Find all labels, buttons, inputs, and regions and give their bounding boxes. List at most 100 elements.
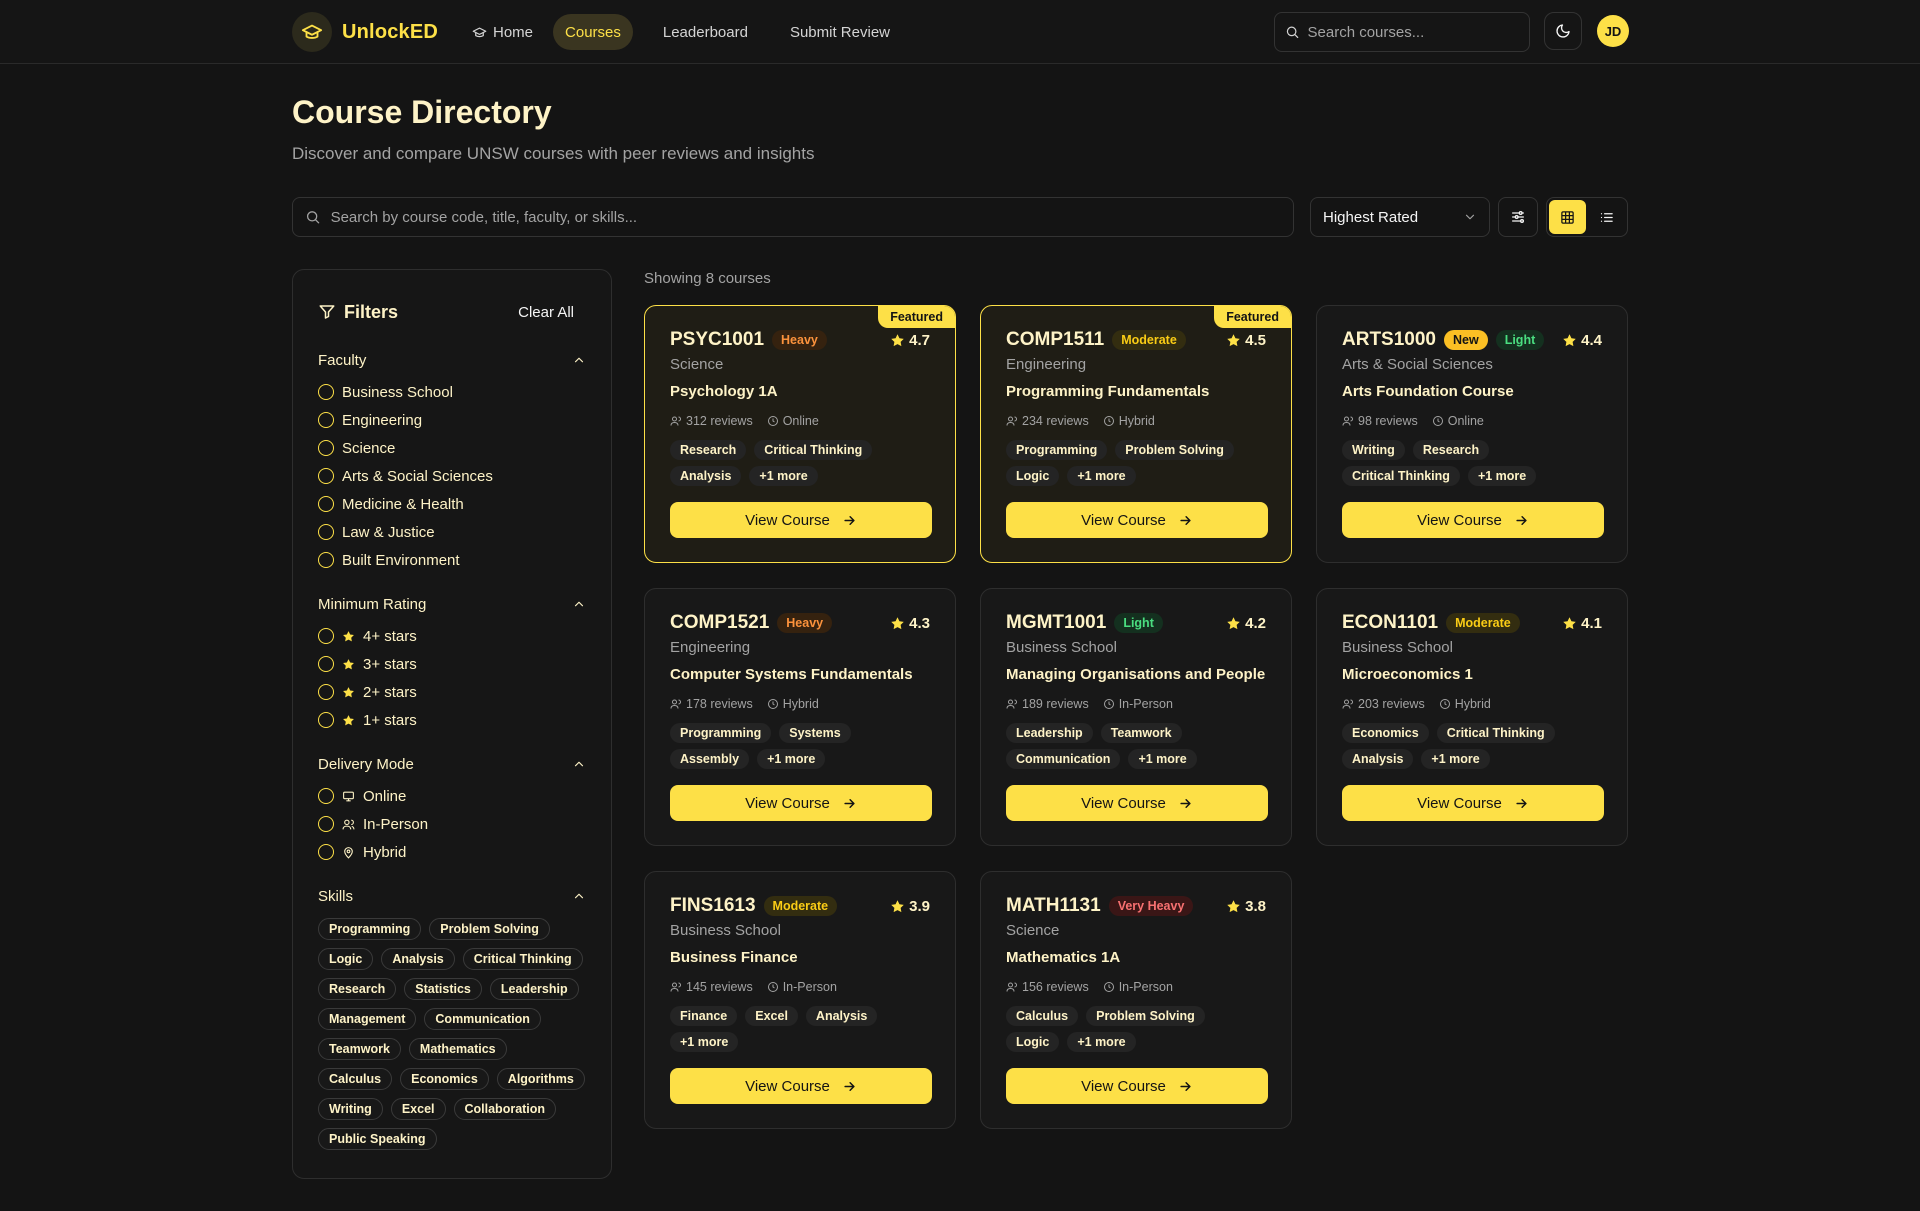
filters-title: Filters (318, 302, 398, 323)
delivery-option[interactable]: Online (318, 782, 586, 810)
course-card[interactable]: MGMT1001 Light 4.2 Business School Managing … (980, 588, 1292, 846)
nav-courses[interactable]: Courses (553, 14, 633, 50)
skill-chip[interactable]: Excel (390, 1098, 446, 1120)
skill-chip[interactable]: Public Speaking (318, 1128, 437, 1150)
radio-button[interactable] (318, 712, 334, 728)
nav-submit-review[interactable]: Submit Review (778, 14, 902, 50)
skill-chip[interactable]: Writing (318, 1098, 383, 1120)
radio-button[interactable] (318, 552, 334, 568)
course-meta: 203 reviews Hybrid (1342, 696, 1602, 712)
nav-home[interactable]: Home (460, 14, 545, 50)
course-code: COMP1511 (1006, 329, 1105, 350)
radio-button[interactable] (318, 496, 334, 512)
faculty-option[interactable]: Law & Justice (318, 518, 586, 546)
faculty-option[interactable]: Built Environment (318, 546, 586, 574)
skill-chip[interactable]: Mathematics (408, 1038, 507, 1060)
filters-title-label: Filters (344, 301, 399, 322)
radio-button[interactable] (318, 684, 334, 700)
course-meta: 156 reviews In-Person (1006, 979, 1266, 995)
list-view-button[interactable] (1588, 200, 1625, 234)
radio-button[interactable] (318, 816, 334, 832)
rating-option[interactable]: 2+ stars (318, 678, 586, 706)
delivery-option[interactable]: In-Person (318, 810, 586, 838)
rating-options: 4+ stars 3+ stars 2+ stars 1+ stars (318, 622, 586, 734)
avatar[interactable]: JD (1597, 15, 1629, 47)
skill-chip[interactable]: Collaboration (453, 1098, 557, 1120)
radio-button[interactable] (318, 844, 334, 860)
skill-chip[interactable]: Problem Solving (429, 918, 550, 940)
sort-select[interactable]: Highest Rated (1310, 197, 1490, 237)
skill-chip[interactable]: Management (318, 1008, 417, 1030)
skill-chip[interactable]: Analysis (381, 948, 455, 970)
faculty-group-header[interactable]: Faculty (318, 348, 586, 372)
radio-button[interactable] (318, 628, 334, 644)
skill-chip[interactable]: Programming (318, 918, 422, 940)
radio-button[interactable] (318, 384, 334, 400)
faculty-option[interactable]: Arts & Social Sciences (318, 462, 586, 490)
clock-icon (1103, 699, 1114, 709)
skill-chip[interactable]: Research (318, 978, 397, 1000)
course-card[interactable]: ARTS1000 New Light 4.4 Arts & Social Science… (1316, 305, 1628, 563)
skill-chip[interactable]: Logic (318, 948, 374, 970)
radio-button[interactable] (318, 656, 334, 672)
rating-option[interactable]: 4+ stars (318, 622, 586, 650)
skill-chip[interactable]: Algorithms (496, 1068, 585, 1090)
view-course-label: View Course (745, 794, 830, 812)
rating-option[interactable]: 3+ stars (318, 650, 586, 678)
view-course-button[interactable]: View Course (1006, 785, 1268, 821)
radio-button[interactable] (318, 524, 334, 540)
course-card[interactable]: MATH1131 Very Heavy 3.8 Science Mathematics … (980, 871, 1292, 1129)
faculty-option[interactable]: Science (318, 434, 586, 462)
course-tag: Leadership (1006, 723, 1093, 743)
grid-icon (1561, 210, 1574, 224)
option-label: 4+ stars (363, 627, 417, 645)
faculty-option[interactable]: Engineering (318, 406, 586, 434)
skill-chip[interactable]: Economics (400, 1068, 489, 1090)
skill-chip[interactable]: Critical Thinking (462, 948, 583, 970)
course-card[interactable]: Featured PSYC1001 Heavy 4.7 Science Psycholog… (644, 305, 956, 563)
view-course-button[interactable]: View Course (670, 785, 932, 821)
view-course-button[interactable]: View Course (670, 1068, 932, 1104)
review-count: 145 reviews (686, 980, 753, 994)
course-title: Computer Systems Fundamentals (670, 666, 913, 683)
users-icon (342, 819, 355, 829)
graduation-cap-icon (292, 12, 332, 52)
radio-button[interactable] (318, 412, 334, 428)
view-course-button[interactable]: View Course (1006, 502, 1268, 538)
rating-group-header[interactable]: Minimum Rating (318, 592, 586, 616)
radio-button[interactable] (318, 788, 334, 804)
skills-group-header[interactable]: Skills (318, 884, 586, 908)
view-course-button[interactable]: View Course (1006, 1068, 1268, 1104)
star-icon (1563, 616, 1576, 629)
faculty-option[interactable]: Medicine & Health (318, 490, 586, 518)
clear-all-button[interactable]: Clear All (518, 304, 586, 321)
faculty-option[interactable]: Business School (318, 378, 586, 406)
delivery-group-header[interactable]: Delivery Mode (318, 752, 586, 776)
delivery-option[interactable]: Hybrid (318, 838, 586, 866)
featured-badge: Featured (878, 306, 955, 328)
rating-option[interactable]: 1+ stars (318, 706, 586, 734)
view-course-button[interactable]: View Course (670, 502, 932, 538)
radio-button[interactable] (318, 440, 334, 456)
theme-toggle-button[interactable] (1544, 12, 1582, 50)
skill-chip[interactable]: Statistics (404, 978, 482, 1000)
course-faculty: Engineering (670, 639, 751, 656)
radio-button[interactable] (318, 468, 334, 484)
grid-view-button[interactable] (1549, 200, 1586, 234)
course-card[interactable]: Featured COMP1511 Moderate 4.5 Engineering Pr… (980, 305, 1292, 563)
course-card[interactable]: FINS1613 Moderate 3.9 Business School Busine… (644, 871, 956, 1129)
nav-search-input[interactable] (1307, 23, 1529, 41)
skill-chip[interactable]: Communication (424, 1008, 541, 1030)
view-course-button[interactable]: View Course (1342, 785, 1604, 821)
skill-chip[interactable]: Calculus (318, 1068, 393, 1090)
course-card[interactable]: ECON1101 Moderate 4.1 Business School Microe… (1316, 588, 1628, 846)
nav-leaderboard[interactable]: Leaderboard (651, 14, 760, 50)
course-card[interactable]: COMP1521 Heavy 4.3 Engineering Computer Syst… (644, 588, 956, 846)
skill-chip[interactable]: Teamwork (318, 1038, 401, 1060)
course-search-input[interactable] (330, 208, 1293, 226)
skill-chip[interactable]: Leadership (489, 978, 579, 1000)
filter-toggle-button[interactable] (1498, 197, 1538, 237)
brand[interactable]: UnlockED (292, 12, 438, 52)
rating-value: 4.1 (1581, 614, 1602, 632)
view-course-button[interactable]: View Course (1342, 502, 1604, 538)
